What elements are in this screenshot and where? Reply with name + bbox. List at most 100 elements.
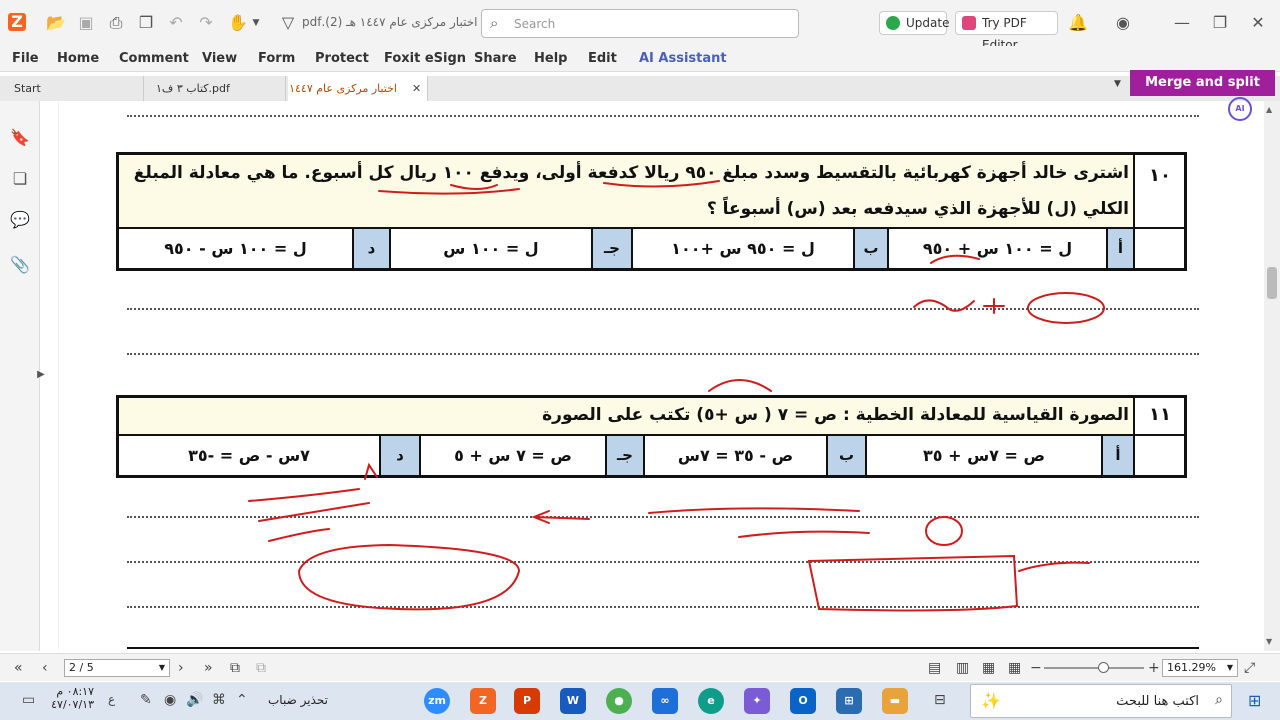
first-page-icon[interactable]: «	[14, 660, 23, 676]
merge-split-banner[interactable]: Merge and split PDFs	[1130, 70, 1275, 116]
file-explorer-icon[interactable]: ▬	[882, 688, 908, 714]
menu-view[interactable]: View	[202, 51, 237, 66]
clock[interactable]: ٠٨:١٧ م ٤٧/٠٧/١٣	[50, 685, 94, 711]
plus-stroke	[983, 298, 1005, 314]
expand-panel-icon[interactable]: ▶	[36, 369, 46, 389]
notification-bell-icon[interactable]: 🔔	[1068, 13, 1088, 33]
account-icon[interactable]: ◉	[1113, 13, 1133, 33]
save-icon[interactable]: ▣	[76, 13, 96, 33]
menu-protect[interactable]: Protect	[315, 51, 369, 66]
menu-share[interactable]: Share	[474, 51, 517, 66]
tab-start[interactable]: Start	[4, 76, 144, 101]
windows-start-icon[interactable]: ⊞	[1248, 691, 1261, 710]
cover-view-icon[interactable]: ▦	[1008, 660, 1021, 676]
scroll-down-icon[interactable]: ▼	[1266, 637, 1272, 646]
scribble-stroke	[248, 488, 370, 542]
scribble-stroke	[648, 507, 870, 538]
record-icon[interactable]: ◉	[164, 692, 176, 708]
pages-icon[interactable]: ❏	[10, 169, 30, 189]
menu-comment[interactable]: Comment	[119, 51, 189, 66]
print-icon[interactable]: ⎙	[106, 13, 126, 33]
underline-stroke	[378, 188, 520, 195]
zoom-slider[interactable]	[1044, 667, 1144, 669]
update-button[interactable]: Update	[879, 11, 950, 35]
paste-page-icon[interactable]: ⧉	[256, 660, 266, 676]
menu-foxit-esign[interactable]: Foxit eSign	[384, 51, 466, 66]
continuous-view-icon[interactable]: ▥	[956, 660, 969, 676]
facing-view-icon[interactable]: ▦	[982, 660, 995, 676]
tab-close-icon[interactable]: ✕	[412, 76, 421, 101]
taskbar-search-box[interactable]: ✨ اكتب هنا للبحث ⌕	[970, 684, 1232, 718]
tab-book[interactable]: كتاب ٣ ف١.pdf	[146, 76, 286, 101]
scroll-up-icon[interactable]: ▲	[1266, 105, 1272, 114]
menu-form[interactable]: Form	[258, 51, 295, 66]
menu-ai-assistant[interactable]: AI Assistant	[639, 51, 727, 66]
top-toolbar: Z 📂 ▣ ⎙ ❐ ↶ ↷ ✋ ▼ ▽ اختبار مركزى عام ١٤٤…	[0, 0, 1280, 52]
language-indicator[interactable]: ع	[108, 692, 115, 706]
zoom-level-value: 161.29%	[1167, 661, 1216, 674]
prev-page-icon[interactable]: ‹	[42, 660, 48, 676]
filter-icon[interactable]: ▽	[278, 13, 298, 33]
fullscreen-icon[interactable]: ⤢	[1244, 660, 1255, 676]
ai-assistant-icon[interactable]: AI	[1228, 97, 1252, 121]
foxit-app-icon[interactable]: Z	[470, 688, 496, 714]
try-pdf-editor-button[interactable]: Try PDF Editor	[955, 11, 1058, 52]
comments-icon[interactable]: 💬	[10, 210, 30, 230]
page-dropdown-icon[interactable]: ▼	[159, 660, 165, 676]
update-label: Update	[906, 16, 950, 30]
last-page-icon[interactable]: »	[204, 660, 213, 676]
meeting-app-icon[interactable]: ∞	[652, 688, 678, 714]
search-icon: ⌕	[1215, 692, 1223, 708]
bookmark-icon[interactable]: 🔖	[10, 128, 30, 148]
tab-list-chevron-icon[interactable]: ▼	[1114, 79, 1121, 89]
chrome-app-icon[interactable]: ●	[606, 688, 632, 714]
menu-bar: File Home Comment View Form Protect Foxi…	[0, 46, 1280, 72]
page-number-value: 2 / 5	[69, 661, 94, 674]
show-hidden-icons[interactable]: ⌃	[236, 692, 248, 708]
close-icon[interactable]: ✕	[1248, 13, 1268, 33]
menu-help[interactable]: Help	[534, 51, 567, 66]
scrollbar-thumb[interactable]	[1267, 267, 1277, 299]
copilot-app-icon[interactable]: ✦	[744, 688, 770, 714]
menu-file[interactable]: File	[12, 51, 39, 66]
task-view-icon[interactable]: ⊟	[934, 692, 946, 708]
next-page-icon[interactable]: ›	[178, 660, 184, 676]
vertical-scrollbar[interactable]: ▲ ▼	[1264, 101, 1280, 651]
attachment-icon[interactable]: 📎	[10, 255, 30, 275]
zoom-level-input[interactable]: 161.29% ▼	[1162, 659, 1238, 677]
maximize-icon[interactable]: ❐	[1210, 13, 1230, 33]
redo-icon[interactable]: ↷	[196, 13, 216, 33]
minimize-icon[interactable]: —	[1172, 13, 1192, 33]
zoom-out-icon[interactable]: −	[1030, 660, 1042, 676]
copy-page-icon[interactable]: ⧉	[230, 660, 240, 676]
word-app-icon[interactable]: W	[560, 688, 586, 714]
zoom-app-icon[interactable]: zm	[424, 688, 450, 714]
search-input[interactable]: ⌕ Search	[481, 9, 799, 38]
pdf-page: اشترى خالد أجهزة كهربائية بالتقسيط وسدد …	[58, 101, 1200, 649]
circle-stroke	[1027, 292, 1105, 324]
zoom-slider-thumb[interactable]	[1098, 662, 1109, 673]
menu-edit[interactable]: Edit	[588, 51, 617, 66]
outlook-app-icon[interactable]: O	[790, 688, 816, 714]
chevron-down-icon[interactable]: ▼	[246, 13, 266, 33]
store-app-icon[interactable]: ⊞	[836, 688, 862, 714]
powerpoint-app-icon[interactable]: P	[514, 688, 540, 714]
edge-app-icon[interactable]: e	[698, 688, 724, 714]
zoom-dropdown-icon[interactable]: ▼	[1227, 660, 1233, 676]
volume-icon[interactable]: 🔊	[186, 692, 203, 708]
notification-center-icon[interactable]: ▭	[22, 692, 35, 708]
new-document-icon[interactable]: ❐	[136, 13, 156, 33]
menu-home[interactable]: Home	[57, 51, 99, 66]
tab-exam[interactable]: اختبار مركزى عام ١٤٤٧ هـ ... ✕	[288, 76, 428, 120]
pen-icon[interactable]: ✎	[140, 692, 152, 708]
zoom-in-icon[interactable]: +	[1148, 660, 1160, 676]
open-folder-icon[interactable]: 📂	[46, 13, 66, 33]
hand-tool-icon[interactable]: ✋	[228, 13, 248, 33]
single-page-view-icon[interactable]: ▤	[928, 660, 941, 676]
undo-icon[interactable]: ↶	[166, 13, 186, 33]
weather-text[interactable]: تحذير ضباب	[268, 693, 328, 707]
network-icon[interactable]: ⌘	[212, 692, 226, 708]
arrow-stroke	[364, 462, 378, 480]
foxit-logo-icon: Z	[8, 13, 26, 31]
page-number-input[interactable]: 2 / 5 ▼	[64, 659, 170, 677]
